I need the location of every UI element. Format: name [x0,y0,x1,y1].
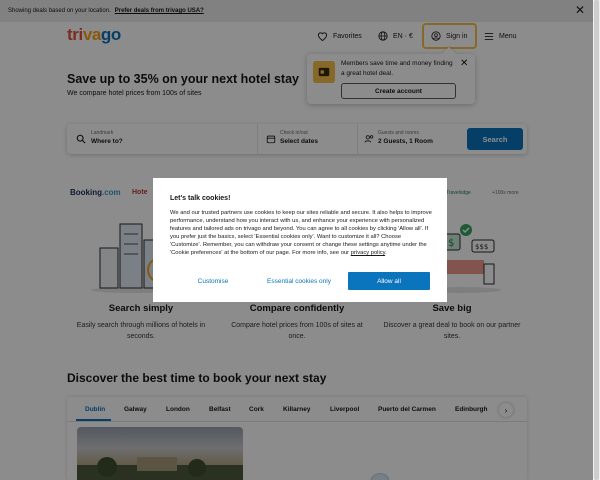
cookie-body: We and our trusted partners use cookies … [170,210,432,257]
cookie-title: Let's talk cookies! [170,195,231,202]
allow-all-button[interactable]: Allow all [348,272,430,290]
cookie-body-text: We and our trusted partners use cookies … [170,210,432,257]
customise-button[interactable]: Customise [170,272,256,290]
privacy-policy-link[interactable]: privacy policy [351,250,385,256]
essential-cookies-button[interactable]: Essential cookies only [260,272,338,290]
cookie-consent-dialog: Let's talk cookies! We and our trusted p… [153,178,447,302]
scrollbar-thumb[interactable] [594,0,599,480]
